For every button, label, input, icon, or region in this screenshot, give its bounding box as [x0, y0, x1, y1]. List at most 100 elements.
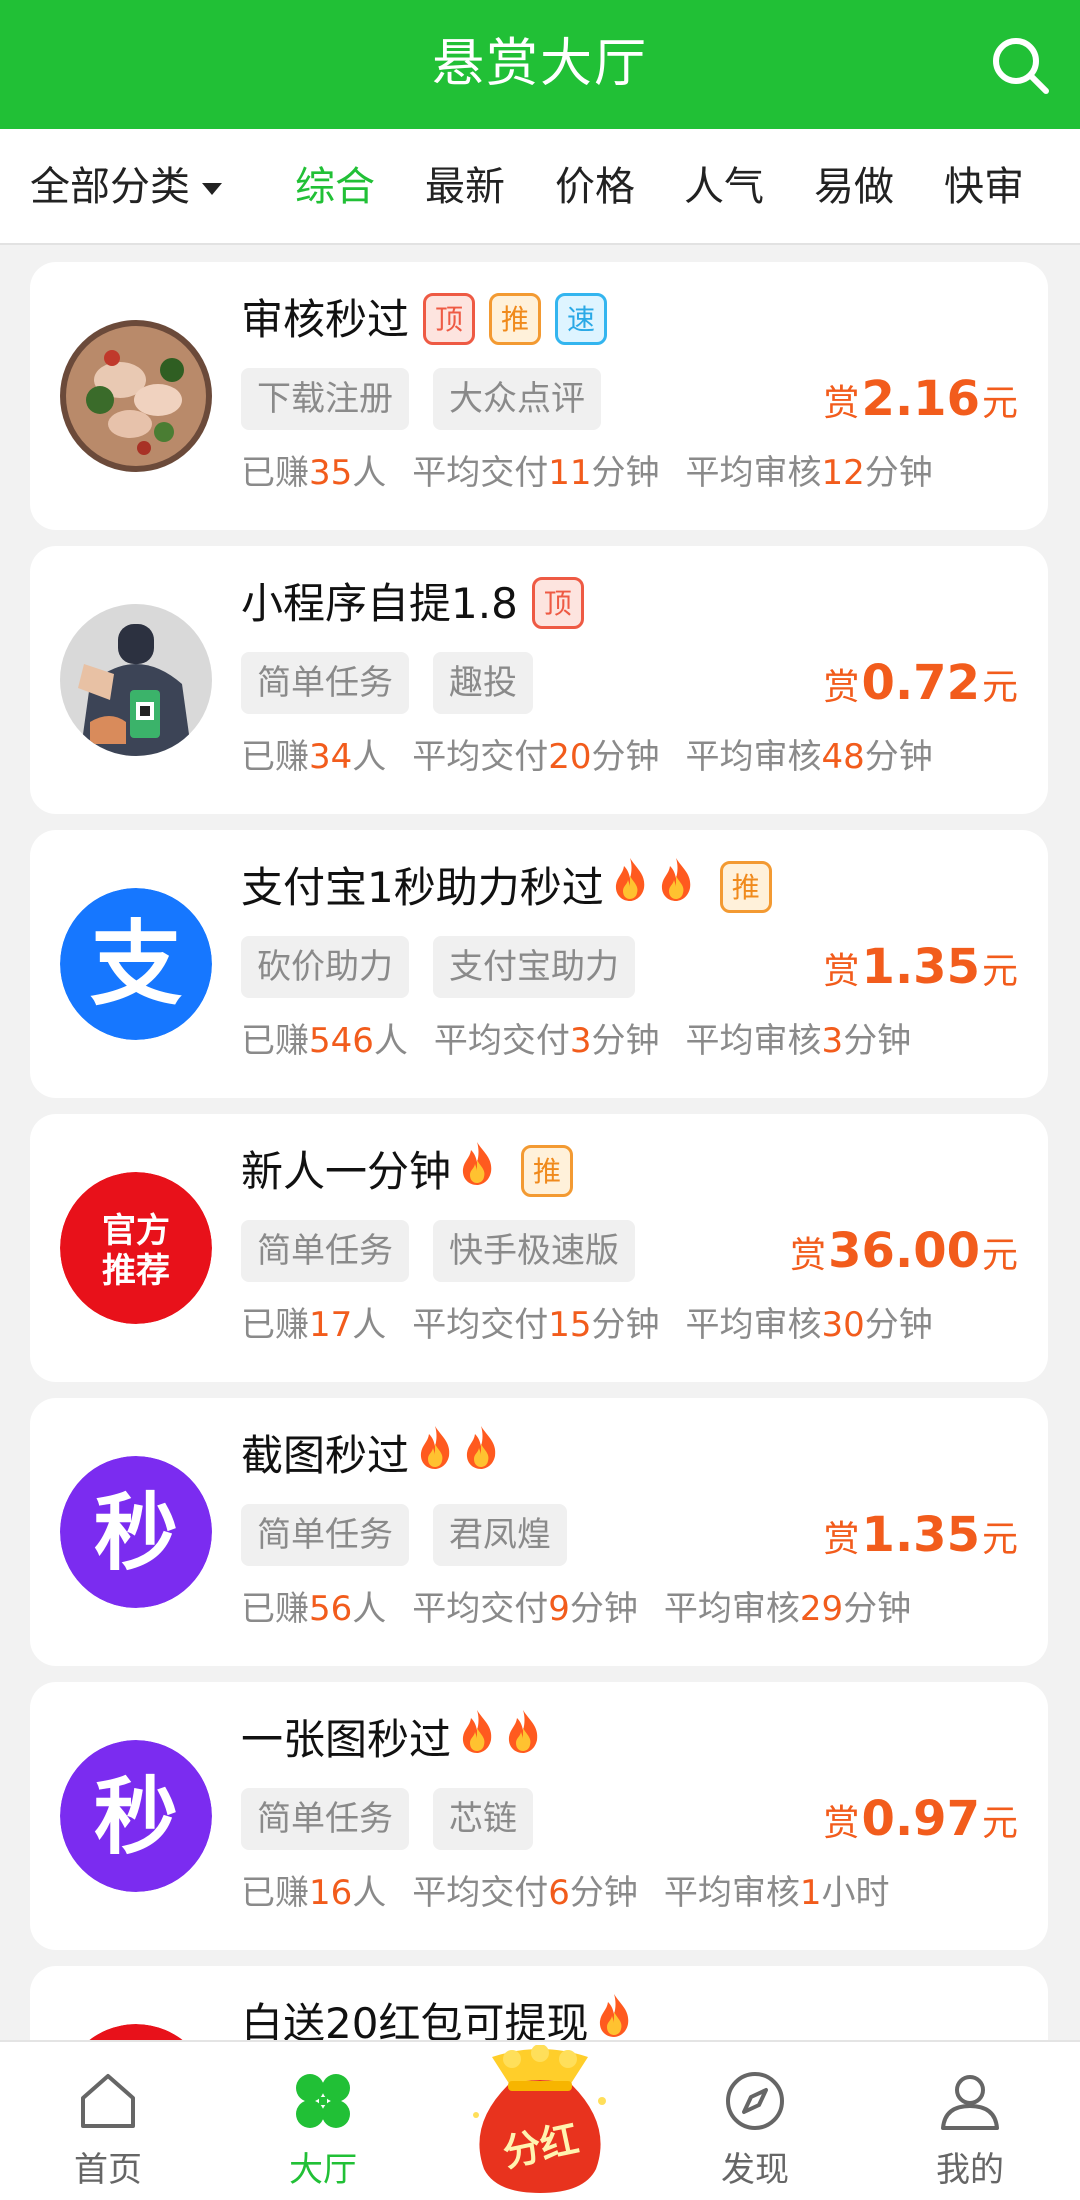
clover-icon: [296, 2074, 350, 2128]
task-list: 审核秒过顶推速 下载注册 大众点评 赏2.16元 已赚35人 平均交付11分钟 平均审…: [0, 245, 1080, 2040]
stat-delivery: 平均交付9分钟: [412, 1589, 638, 1629]
task-title: 新人一分钟 推: [241, 1140, 574, 1202]
task-title: 一张图秒过: [241, 1708, 543, 1770]
task-tag: 简单任务: [241, 1220, 409, 1282]
stat-earned: 已赚35人: [241, 453, 387, 493]
task-card[interactable]: 支 支付宝1秒助力秒过 推 砍价助力 支付宝助力 赏1.35元 已赚546人 平均交付…: [30, 830, 1048, 1098]
stat-review: 平均审核1小时: [663, 1873, 890, 1913]
task-tags: 简单任务 芯链: [241, 1788, 557, 1850]
reward-prefix: 赏: [823, 1803, 860, 1844]
task-tags: 下载注册 大众点评: [241, 368, 625, 430]
reward-amount: 1.35: [861, 939, 980, 995]
search-icon[interactable]: [988, 33, 1052, 97]
tab-home[interactable]: 首页: [28, 2054, 188, 2194]
task-card[interactable]: 小程序自提1.8 顶 简单任务 趣投 赏0.72元 已赚34人 平均交付20分钟 平均审…: [30, 546, 1048, 814]
fire-icon: [457, 1140, 497, 1202]
reward-amount: 1.35: [861, 1507, 980, 1563]
tab-easy[interactable]: 易做: [814, 129, 894, 245]
reward-amount: 2.16: [861, 371, 980, 427]
second-badge-icon: 秒: [60, 1740, 212, 1892]
task-card[interactable]: 审核秒过顶推速 下载注册 大众点评 赏2.16元 已赚35人 平均交付11分钟 平均审…: [30, 262, 1048, 530]
svg-text:官方: 官方: [102, 1211, 170, 1251]
task-card[interactable]: 秒 截图秒过 简单任务 君凤煌 赏1.35元 已赚56人 平均交付9分钟 平均审核29…: [30, 1398, 1048, 1666]
tab-price[interactable]: 价格: [555, 129, 635, 245]
task-reward: 赏0.72元: [824, 651, 1018, 715]
badge-recommend: 推: [719, 860, 772, 913]
task-tag: 君凤煌: [433, 1504, 567, 1566]
compass-icon: [726, 2072, 784, 2130]
stat-earned: 已赚16人: [241, 1873, 387, 1913]
task-tag: 支付宝助力: [433, 936, 635, 998]
reward-unit: 元: [981, 383, 1018, 424]
stat-review: 平均审核3分钟: [685, 1021, 912, 1061]
stat-review: 平均审核29分钟: [663, 1589, 912, 1629]
task-reward: 赏0.97元: [824, 1787, 1018, 1851]
task-title: 支付宝1秒助力秒过 推: [241, 857, 772, 918]
fire-icon: [457, 1708, 497, 1770]
alipay-logo-icon: 支: [60, 888, 212, 1040]
task-avatar: [60, 604, 212, 756]
task-card[interactable]: 白送20红包可提现: [30, 1966, 1048, 2040]
category-dropdown[interactable]: 全部分类: [30, 129, 222, 245]
badge-recommend: 推: [521, 1144, 574, 1197]
task-tag: 芯链: [433, 1788, 533, 1850]
task-tag: 简单任务: [241, 1504, 409, 1566]
reward-prefix: 赏: [823, 1519, 860, 1560]
task-tags: 简单任务 趣投: [241, 652, 557, 714]
stat-review: 平均审核12分钟: [685, 453, 933, 493]
svg-text:秒: 秒: [94, 1768, 178, 1866]
task-card[interactable]: 官方 推荐 新人一分钟 推 简单任务 快手极速版 赏36.00元 已赚17人 平均交付…: [30, 1114, 1048, 1382]
task-reward: 赏2.16元: [824, 367, 1018, 431]
task-stats: 已赚546人 平均交付3分钟 平均审核3分钟: [241, 1014, 937, 1068]
tab-discover[interactable]: 发现: [675, 2054, 835, 2194]
tab-popularity[interactable]: 人气: [684, 129, 764, 245]
caret-down-icon: [202, 183, 222, 195]
reward-prefix: 赏: [823, 951, 860, 992]
task-title-text: 截图秒过: [241, 1431, 410, 1480]
badge-recommend: 推: [489, 292, 542, 345]
task-reward: 赏36.00元: [790, 1219, 1018, 1283]
task-card[interactable]: 秒 一张图秒过 简单任务 芯链 赏0.97元 已赚16人 平均交付6分钟 平均审核1小…: [30, 1682, 1048, 1950]
task-stats: 已赚17人 平均交付15分钟 平均审核30分钟: [241, 1298, 959, 1352]
red-bag-icon[interactable]: 分红: [462, 2044, 618, 2195]
task-tag: 砍价助力: [241, 936, 409, 998]
task-tag: 简单任务: [241, 652, 409, 714]
task-title-text: 支付宝1秒助力秒过: [241, 863, 604, 912]
svg-text:秒: 秒: [94, 1484, 178, 1582]
reward-unit: 元: [981, 667, 1018, 708]
task-tag: 趣投: [433, 652, 533, 714]
task-tag: 大众点评: [433, 368, 601, 430]
tab-fast-review[interactable]: 快审: [944, 129, 1024, 245]
stat-earned: 已赚56人: [241, 1589, 387, 1629]
task-title-text: 小程序自提1.8: [241, 579, 518, 628]
task-tags: 砍价助力 支付宝助力: [241, 936, 659, 998]
task-reward: 赏1.35元: [824, 1503, 1018, 1567]
fire-icon: [461, 1424, 501, 1486]
task-title: 小程序自提1.8 顶: [241, 574, 584, 634]
tab-latest[interactable]: 最新: [425, 129, 505, 245]
stat-earned: 已赚17人: [241, 1305, 387, 1345]
fire-icon: [503, 1708, 543, 1770]
badge-fast: 速: [555, 292, 608, 345]
fire-icon: [594, 1992, 634, 2041]
tab-hall[interactable]: 大厅: [243, 2054, 403, 2194]
task-stats: 已赚16人 平均交付6分钟 平均审核1小时: [241, 1866, 916, 1920]
svg-text:支: 支: [90, 911, 182, 1018]
tab-mine-label: 我的: [936, 2150, 1004, 2190]
tab-comprehensive[interactable]: 综合: [295, 129, 375, 245]
badge-top: 顶: [423, 292, 476, 345]
task-title-text: 一张图秒过: [241, 1715, 452, 1764]
stat-delivery: 平均交付20分钟: [412, 737, 660, 777]
reward-amount: 36.00: [828, 1223, 980, 1279]
task-avatar: [60, 2024, 212, 2040]
stat-earned: 已赚546人: [241, 1021, 408, 1061]
reward-amount: 0.97: [861, 1791, 980, 1847]
task-stats: 已赚34人 平均交付20分钟 平均审核48分钟: [241, 730, 959, 784]
stat-review: 平均审核48分钟: [685, 737, 933, 777]
tab-mine[interactable]: 我的: [890, 2054, 1050, 2194]
task-tag: 快手极速版: [433, 1220, 635, 1282]
task-title: 审核秒过顶推速: [241, 290, 608, 350]
reward-unit: 元: [981, 1519, 1018, 1560]
second-badge-icon: 秒: [60, 1456, 212, 1608]
task-avatar: [60, 320, 212, 472]
